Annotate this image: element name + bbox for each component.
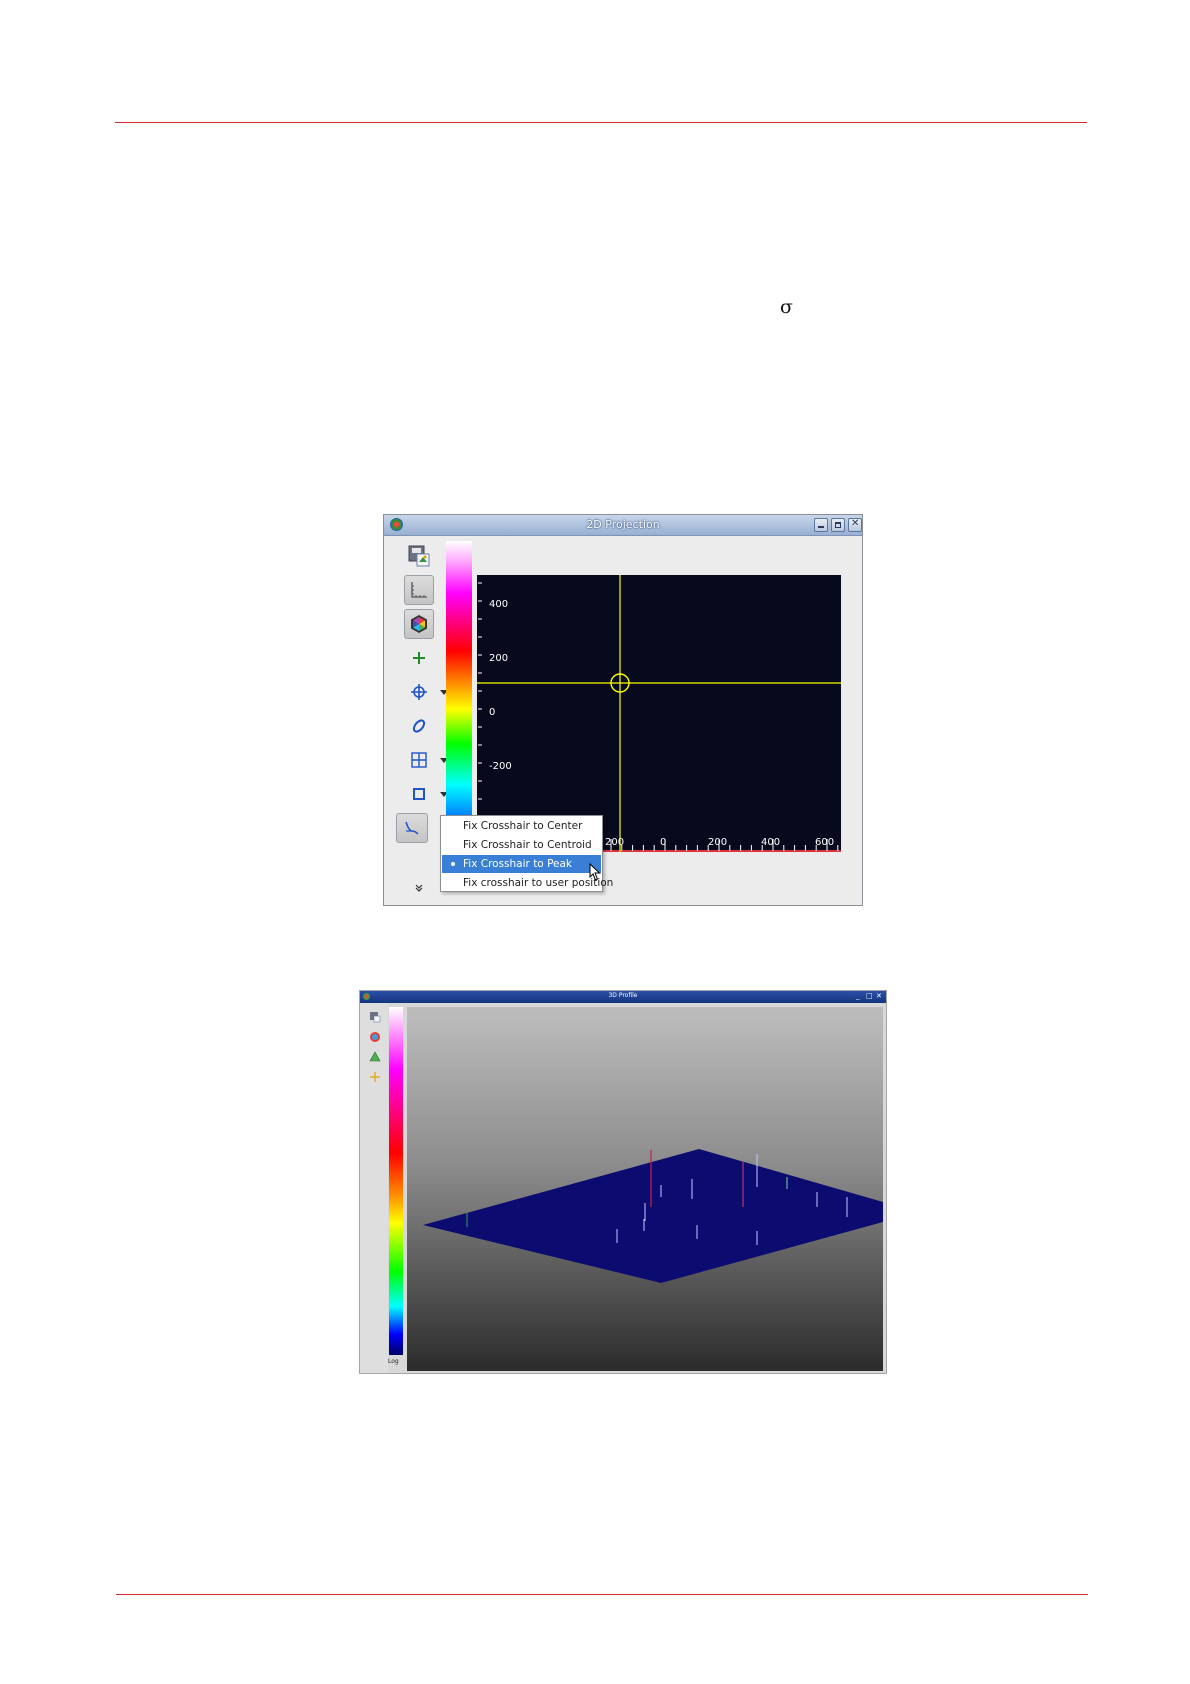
expand-button[interactable]	[404, 879, 434, 897]
color-palette-icon[interactable]	[369, 1031, 381, 1043]
ruler-button[interactable]	[404, 575, 434, 605]
menu-item-centroid[interactable]: Fix Crosshair to Centroid	[442, 836, 601, 854]
add-button[interactable]	[404, 643, 434, 673]
profile-3d-window: 3D Profile _ □ ✕ Log	[359, 990, 887, 1374]
surface-plane	[423, 1149, 883, 1283]
colorbar	[446, 541, 472, 831]
y-tick-label: -200	[489, 761, 512, 772]
x-tick-label: 600	[815, 837, 835, 848]
mouse-pointer-icon	[589, 863, 601, 881]
crosshair-menu: Fix Crosshair to Center Fix Crosshair to…	[440, 815, 613, 892]
y-tick-label: 400	[489, 599, 509, 610]
header-rule	[115, 122, 1087, 123]
surface-view[interactable]	[407, 1007, 883, 1371]
projection-icon	[405, 821, 419, 835]
x-tick-label: 200	[605, 837, 625, 848]
square-icon	[413, 788, 425, 800]
save-image-button[interactable]	[404, 541, 434, 571]
menu-item-peak[interactable]: Fix Crosshair to Peak	[442, 855, 601, 873]
plot-svg	[477, 575, 841, 852]
y-tick-label: 200	[489, 653, 509, 664]
menu-item-label: Fix Crosshair to Peak	[463, 858, 572, 870]
ellipse-icon	[412, 719, 426, 733]
x-tick-label: 200	[708, 837, 728, 848]
window-title: 3D Profile	[608, 992, 638, 999]
selected-dot-icon	[451, 862, 455, 866]
menu-item-user-position[interactable]: Fix crosshair to user position	[442, 874, 613, 892]
menu-item-label: Fix Crosshair to Center	[463, 820, 583, 832]
crosshair-button[interactable]	[404, 677, 434, 707]
add-icon	[413, 652, 425, 664]
x-tick-label: 400	[761, 837, 781, 848]
menu-item-label: Fix Crosshair to Centroid	[463, 839, 592, 851]
title-bar[interactable]: 2D Projection	[384, 515, 862, 536]
x-tick-label: 0	[660, 837, 667, 848]
surface-svg	[423, 1149, 883, 1283]
sigma-symbol: σ	[780, 296, 793, 318]
close-button[interactable]: ✕	[876, 992, 882, 1000]
grid-button[interactable]	[404, 745, 434, 775]
y-tick-label: 0	[489, 707, 496, 718]
toolbar	[360, 1003, 388, 1373]
crosshair-icon	[411, 684, 427, 700]
color-palette-button[interactable]	[404, 609, 434, 639]
colorbar-scale-label: Log	[388, 1358, 399, 1365]
minimize-button[interactable]	[814, 518, 828, 532]
colorbar	[389, 1007, 403, 1355]
maximize-button[interactable]	[831, 518, 845, 532]
toolbar	[392, 541, 448, 901]
projection-plot[interactable]: 400 200 0 -200 200 0 200 400 600	[477, 575, 841, 852]
title-bar[interactable]: 3D Profile _ □ ✕	[360, 991, 886, 1003]
menu-item-center[interactable]: Fix Crosshair to Center	[442, 817, 601, 835]
square-button[interactable]	[404, 779, 434, 809]
axis-icon[interactable]	[369, 1071, 381, 1083]
expand-icon	[415, 884, 423, 892]
footer-rule	[116, 1594, 1088, 1595]
ellipse-button[interactable]	[404, 711, 434, 741]
save-icon[interactable]	[369, 1011, 381, 1023]
minimize-button[interactable]: _	[856, 992, 860, 1000]
projection-2d-window: 2D Projection ✕ 400 200 0 -200 200 0 200…	[383, 514, 863, 906]
save-icon	[408, 545, 430, 567]
projection-button[interactable]	[396, 813, 428, 843]
window-title: 2D Projection	[586, 518, 660, 531]
surface-icon[interactable]	[369, 1051, 381, 1063]
close-button[interactable]	[848, 518, 862, 532]
ruler-icon	[411, 582, 427, 598]
maximize-button[interactable]: □	[866, 992, 873, 1000]
grid-icon	[411, 752, 427, 768]
color-palette-icon	[411, 615, 427, 633]
